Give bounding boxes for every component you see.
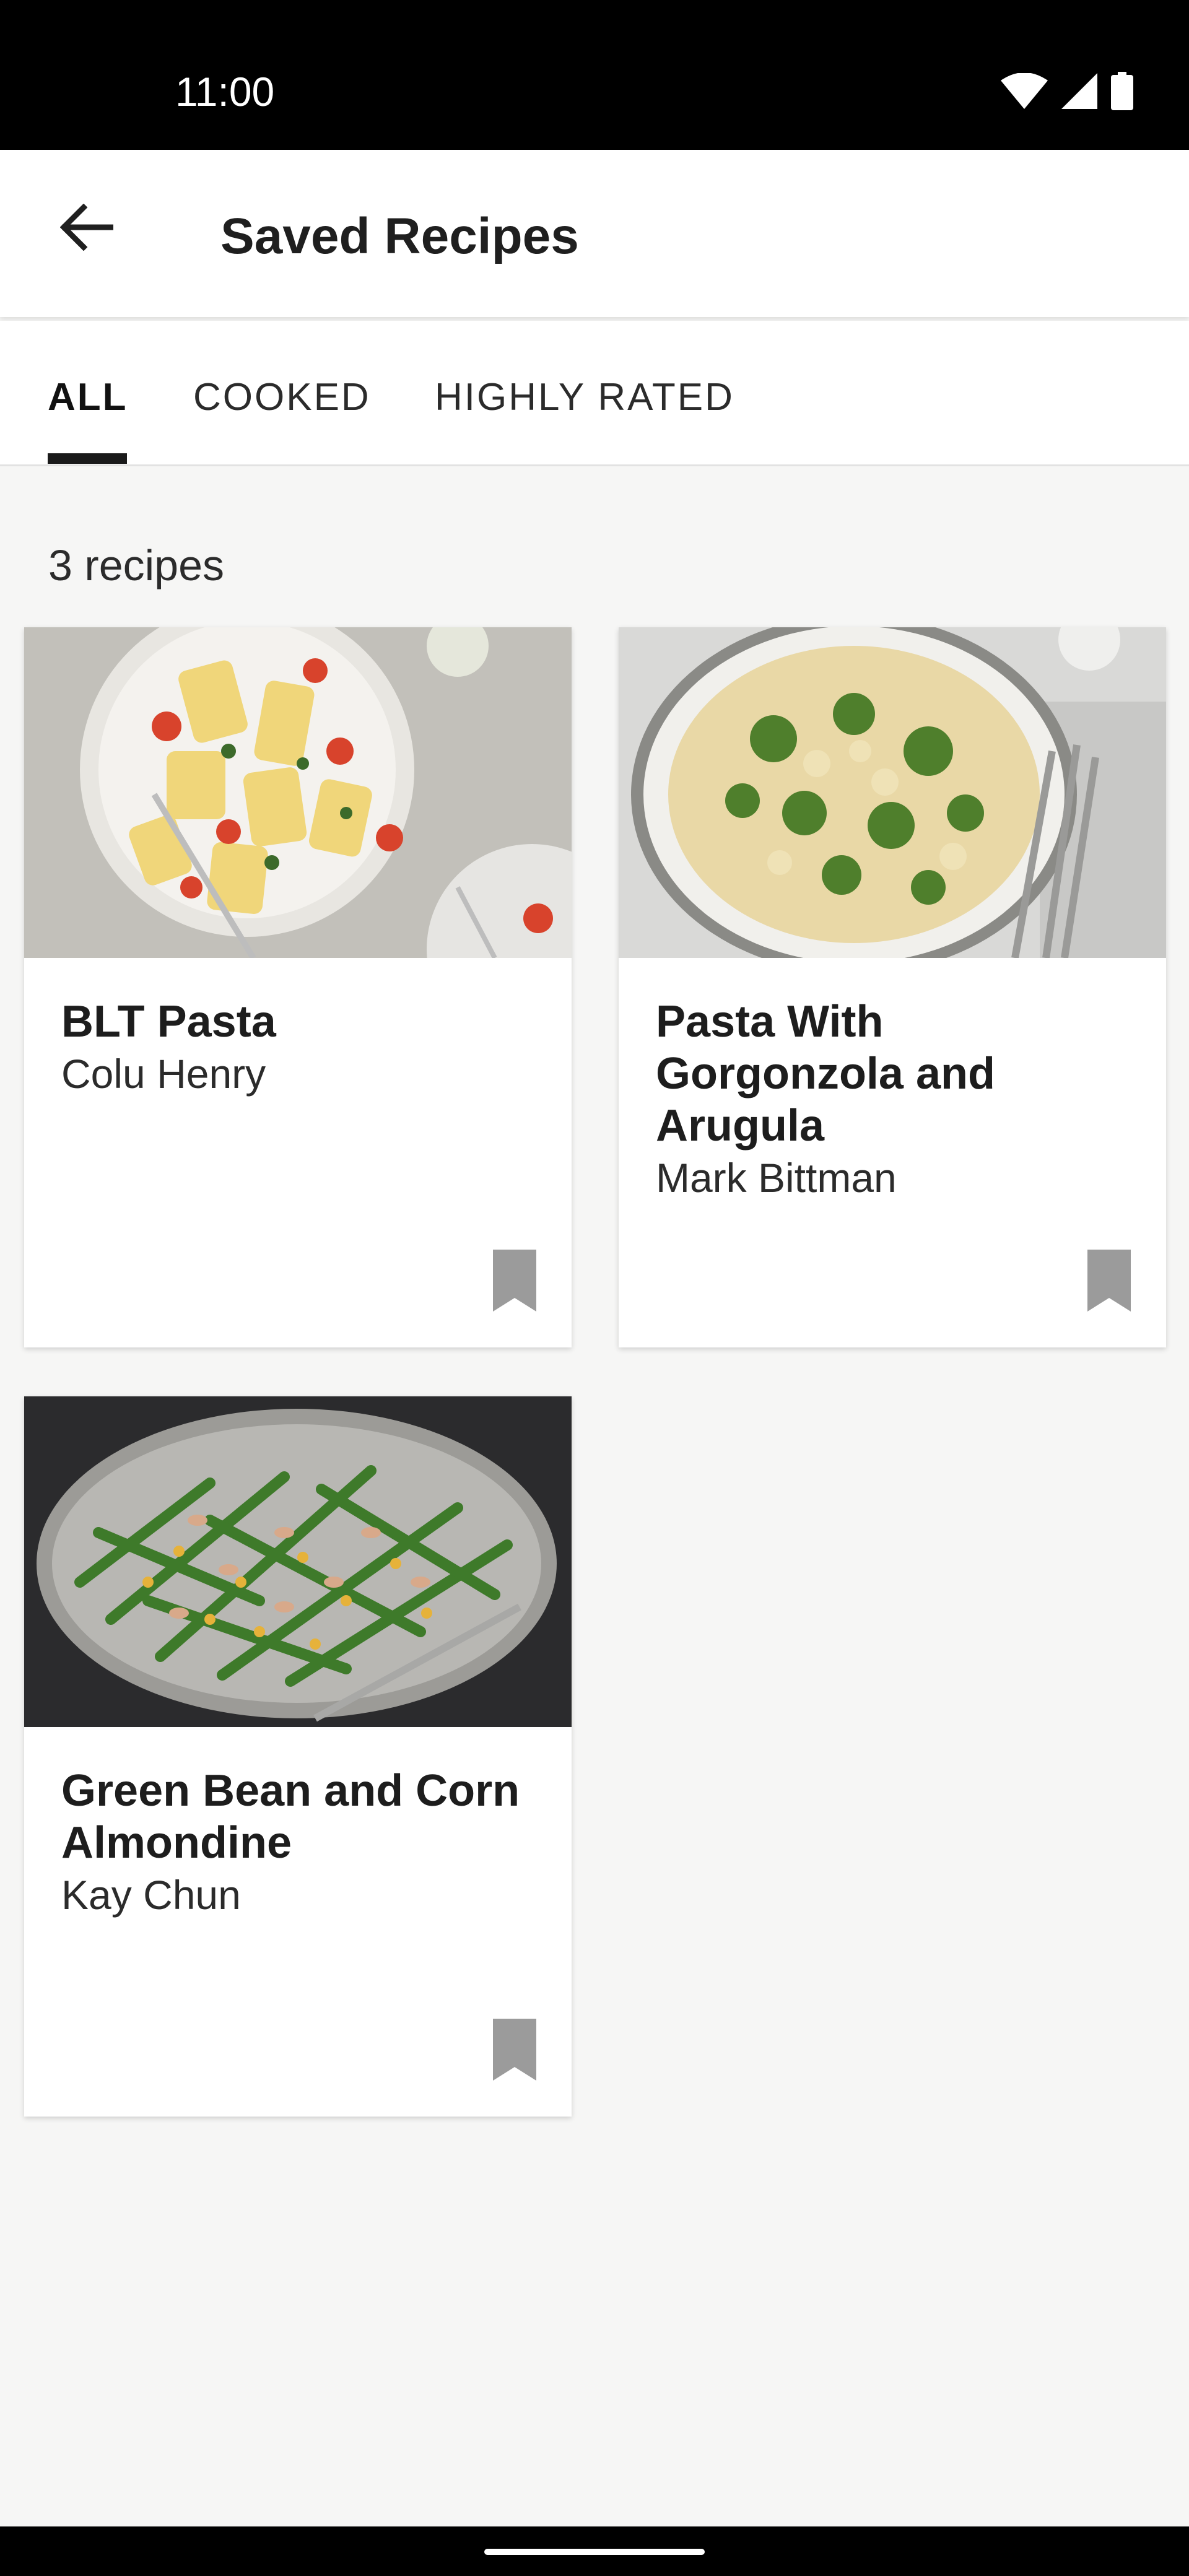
recipe-card[interactable]: BLT Pasta Colu Henry — [24, 627, 572, 1347]
back-button[interactable] — [43, 184, 130, 271]
recipe-author: Kay Chun — [61, 1872, 241, 1918]
recipe-author: Mark Bittman — [656, 1155, 897, 1201]
active-tab-indicator — [48, 453, 127, 464]
app-bar: Saved Recipes — [0, 150, 1189, 317]
bookmark-icon[interactable] — [493, 2019, 536, 2081]
status-icons — [1001, 69, 1133, 113]
tab-highly-rated[interactable]: HIGHLY RATED — [435, 373, 734, 422]
battery-icon — [1111, 72, 1133, 110]
bookmark-icon[interactable] — [493, 1250, 536, 1312]
recipe-image — [24, 627, 572, 958]
tab-cooked[interactable]: COOKED — [193, 373, 371, 422]
cellular-signal-icon — [1061, 73, 1097, 109]
recipe-title: Pasta With Gorgonzola and Arugula — [656, 997, 995, 1151]
status-time: 11:00 — [175, 69, 275, 115]
system-navigation-bar — [0, 2526, 1189, 2576]
tab-all[interactable]: ALL — [48, 373, 128, 422]
recipe-count: 3 recipes — [48, 541, 225, 590]
recipe-card[interactable]: Pasta With Gorgonzola and Arugula Mark B… — [619, 627, 1166, 1347]
tab-bar: ALL COOKED HIGHLY RATED — [0, 321, 1189, 466]
recipe-image — [24, 1396, 572, 1727]
recipe-author: Colu Henry — [61, 1051, 266, 1097]
home-gesture-handle[interactable] — [484, 2549, 705, 2555]
status-bar: 11:00 — [0, 0, 1189, 150]
page-title: Saved Recipes — [220, 208, 579, 264]
wifi-icon — [1001, 73, 1048, 109]
arrow-back-icon — [60, 204, 113, 251]
bookmark-icon[interactable] — [1087, 1250, 1131, 1312]
recipe-title: Green Bean and Corn Almondine — [61, 1766, 520, 1868]
recipe-title: BLT Pasta — [61, 997, 276, 1046]
recipe-card[interactable]: Green Bean and Corn Almondine Kay Chun — [24, 1396, 572, 2117]
recipe-image — [619, 627, 1166, 958]
